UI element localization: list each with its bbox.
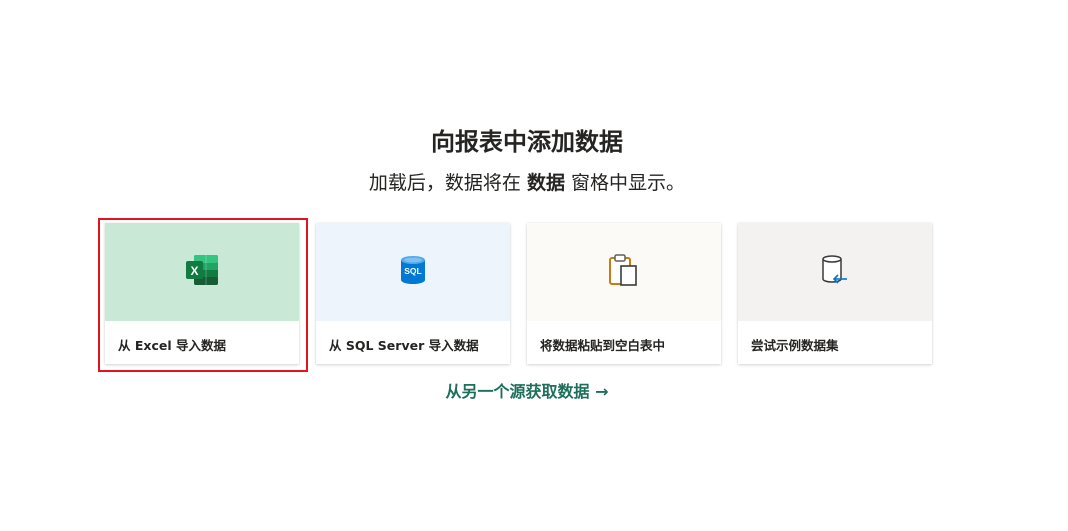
get-data-from-another-source-link[interactable]: 从另一个源获取数据 → [446, 382, 609, 401]
card-icon-area [527, 223, 721, 321]
paste-data-card[interactable]: 将数据粘贴到空白表中 [527, 223, 721, 364]
sample-dataset-icon [819, 253, 851, 291]
card-icon-area: X [105, 223, 299, 321]
import-from-excel-card[interactable]: X 从 Excel 导入数据 [105, 223, 299, 364]
subtitle-text-before: 加载后，数据将在 [368, 172, 521, 194]
page-title: 向报表中添加数据 [431, 128, 623, 156]
card-label: 将数据粘贴到空白表中 [540, 338, 666, 353]
try-sample-dataset-card[interactable]: 尝试示例数据集 [738, 223, 932, 364]
sql-database-icon: SQL [399, 254, 427, 290]
sql-icon-text: SQL [404, 266, 421, 276]
card-label: 从 Excel 导入数据 [118, 338, 226, 353]
import-from-sql-server-card[interactable]: SQL 从 SQL Server 导入数据 [316, 223, 510, 364]
card-icon-area [738, 223, 932, 321]
subtitle-text-after: 窗格中显示。 [571, 172, 686, 194]
other-source-link-row: 从另一个源获取数据 → [0, 378, 1054, 402]
subtitle-data-pane: 数据 [526, 172, 565, 194]
page-subtitle: 加载后，数据将在 数据 窗格中显示。 [0, 168, 1054, 195]
get-data-page: 向报表中添加数据 加载后，数据将在 数据 窗格中显示。 X 从 Excel 导入… [0, 0, 1068, 531]
clipboard-paste-icon [608, 253, 640, 291]
card-label: 从 SQL Server 导入数据 [329, 338, 479, 353]
excel-icon: X [184, 253, 220, 291]
card-label: 尝试示例数据集 [751, 338, 839, 353]
card-icon-area: SQL [316, 223, 510, 321]
excel-icon-letter: X [190, 264, 198, 278]
